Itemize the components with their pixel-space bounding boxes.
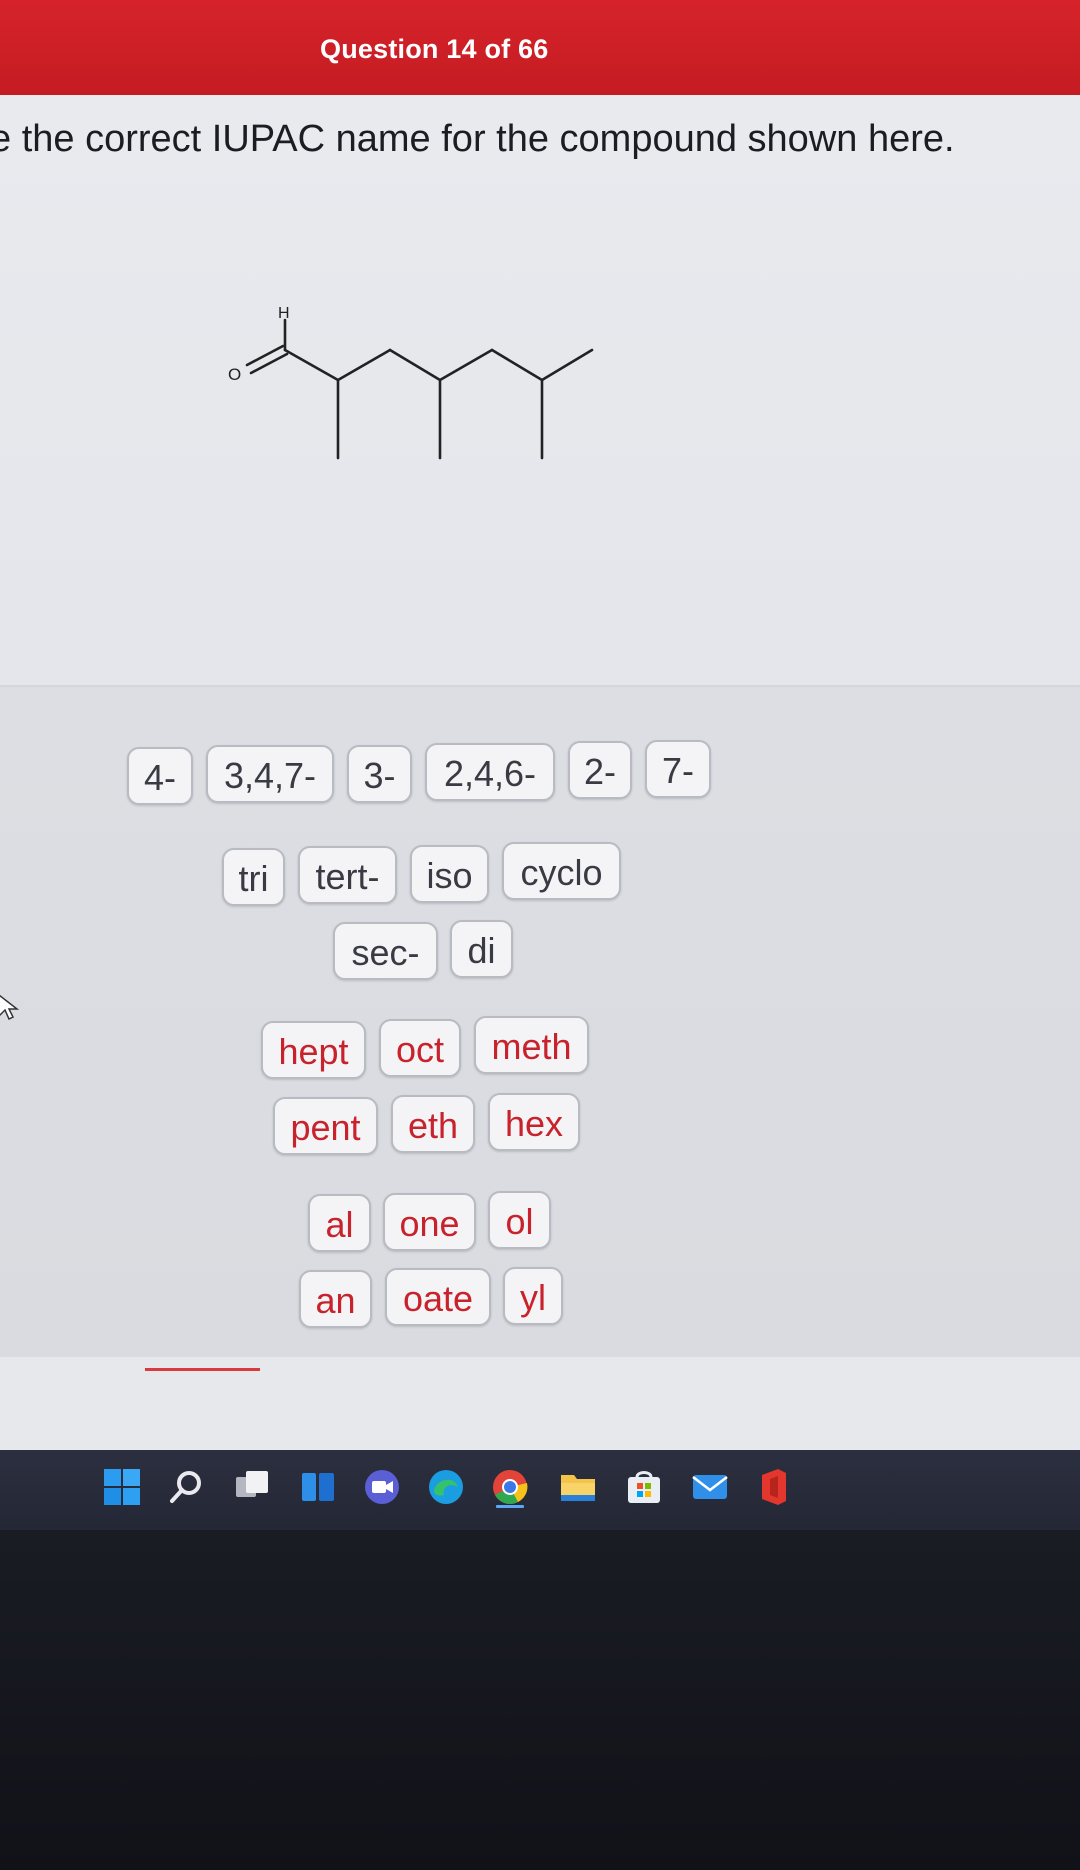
- mail-icon[interactable]: [688, 1465, 732, 1509]
- screen: Question 14 of 66 e the correct IUPAC na…: [0, 0, 1080, 1870]
- question-header-bar: Question 14 of 66: [0, 0, 1080, 95]
- tile-prefix[interactable]: tri: [222, 848, 285, 906]
- footer-strip: [0, 1357, 1080, 1457]
- office-icon[interactable]: [752, 1465, 796, 1509]
- widgets-icon[interactable]: [296, 1465, 340, 1509]
- tile-suffix[interactable]: an: [299, 1270, 372, 1328]
- tile-prefix[interactable]: tert-: [298, 846, 397, 904]
- atom-label-o: O: [228, 365, 241, 384]
- compound-structure: H O: [228, 305, 594, 460]
- accent-line: [145, 1368, 260, 1371]
- chrome-icon[interactable]: [488, 1465, 532, 1509]
- bond-c5-c6: [490, 348, 544, 382]
- tile-suffix[interactable]: ol: [488, 1191, 551, 1249]
- tile-suffix[interactable]: one: [383, 1193, 476, 1251]
- tile-prefix[interactable]: di: [450, 920, 513, 978]
- edge-icon[interactable]: [424, 1465, 468, 1509]
- bond-c6-c7: [540, 348, 594, 382]
- tile-root[interactable]: eth: [391, 1095, 475, 1153]
- tile-suffix[interactable]: oate: [385, 1268, 491, 1326]
- question-counter: Question 14 of 66: [320, 34, 549, 64]
- tile-locant[interactable]: 3-: [347, 745, 412, 803]
- question-prompt: e the correct IUPAC name for the compoun…: [0, 118, 955, 160]
- store-icon[interactable]: [622, 1465, 666, 1509]
- bond-c1-o-a: [245, 344, 285, 367]
- tile-root[interactable]: meth: [474, 1016, 589, 1074]
- bond-c1-c2: [283, 348, 340, 382]
- tile-locant[interactable]: 2-: [568, 741, 632, 799]
- windows-start-icon[interactable]: [100, 1465, 144, 1509]
- windows-taskbar: [0, 1450, 1080, 1530]
- tile-locant[interactable]: 4-: [127, 747, 193, 805]
- tile-prefix[interactable]: cyclo: [502, 842, 621, 900]
- tile-root[interactable]: hept: [261, 1021, 366, 1079]
- teams-chat-icon[interactable]: [360, 1465, 404, 1509]
- tile-locant[interactable]: 7-: [645, 740, 711, 798]
- bezel-area: [0, 1530, 1080, 1870]
- bond-c4-c5: [438, 348, 494, 382]
- tile-suffix[interactable]: al: [308, 1194, 371, 1252]
- tile-root[interactable]: pent: [273, 1097, 378, 1155]
- mouse-cursor-icon: [0, 994, 20, 1021]
- tile-locant[interactable]: 2,4,6-: [425, 743, 555, 801]
- search-icon[interactable]: [164, 1465, 208, 1509]
- task-view-icon[interactable]: [230, 1465, 274, 1509]
- bond-c1-o-b: [249, 352, 289, 375]
- bond-c3-c4: [388, 348, 442, 382]
- atom-label-h: H: [278, 305, 290, 322]
- tile-root[interactable]: hex: [488, 1093, 580, 1151]
- tile-root[interactable]: oct: [379, 1019, 461, 1077]
- tile-suffix[interactable]: yl: [503, 1267, 563, 1325]
- tile-locant[interactable]: 3,4,7-: [206, 745, 334, 803]
- tile-prefix[interactable]: sec-: [333, 922, 438, 980]
- file-explorer-icon[interactable]: [556, 1465, 600, 1509]
- bond-c2-c3: [336, 348, 392, 382]
- tile-prefix[interactable]: iso: [410, 845, 489, 903]
